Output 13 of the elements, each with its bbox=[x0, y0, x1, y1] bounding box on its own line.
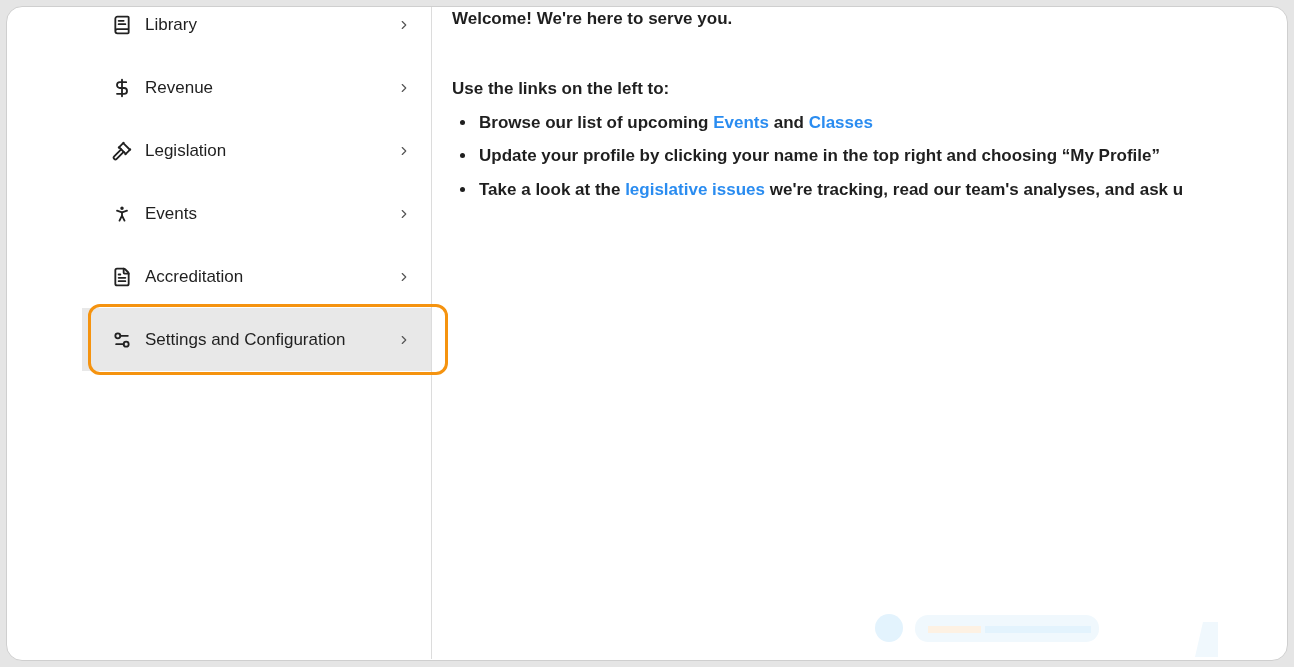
bullet-icon bbox=[460, 186, 465, 192]
gavel-icon bbox=[112, 140, 132, 161]
bullet-icon bbox=[460, 119, 465, 125]
settings-icon bbox=[112, 329, 132, 350]
intro-text: Use the links on the left to: bbox=[452, 78, 671, 100]
sidebar-item[interactable]: Settings and Configuration bbox=[82, 308, 431, 371]
welcome-text: Welcome! We're here to serve you. bbox=[452, 9, 734, 29]
book-icon bbox=[112, 14, 132, 35]
bullet-text: Browse our list of upcoming Events and Classes bbox=[479, 111, 873, 134]
bullet-text: Take a look at the legislative issues we're tracking, read our team's analyses, and ask u bbox=[479, 178, 1184, 201]
bullet-text: Update your profile by clicking your name in the top right and choosing “My Profile” bbox=[479, 145, 1160, 167]
document-icon bbox=[112, 266, 132, 287]
bullet-icon bbox=[460, 153, 465, 159]
